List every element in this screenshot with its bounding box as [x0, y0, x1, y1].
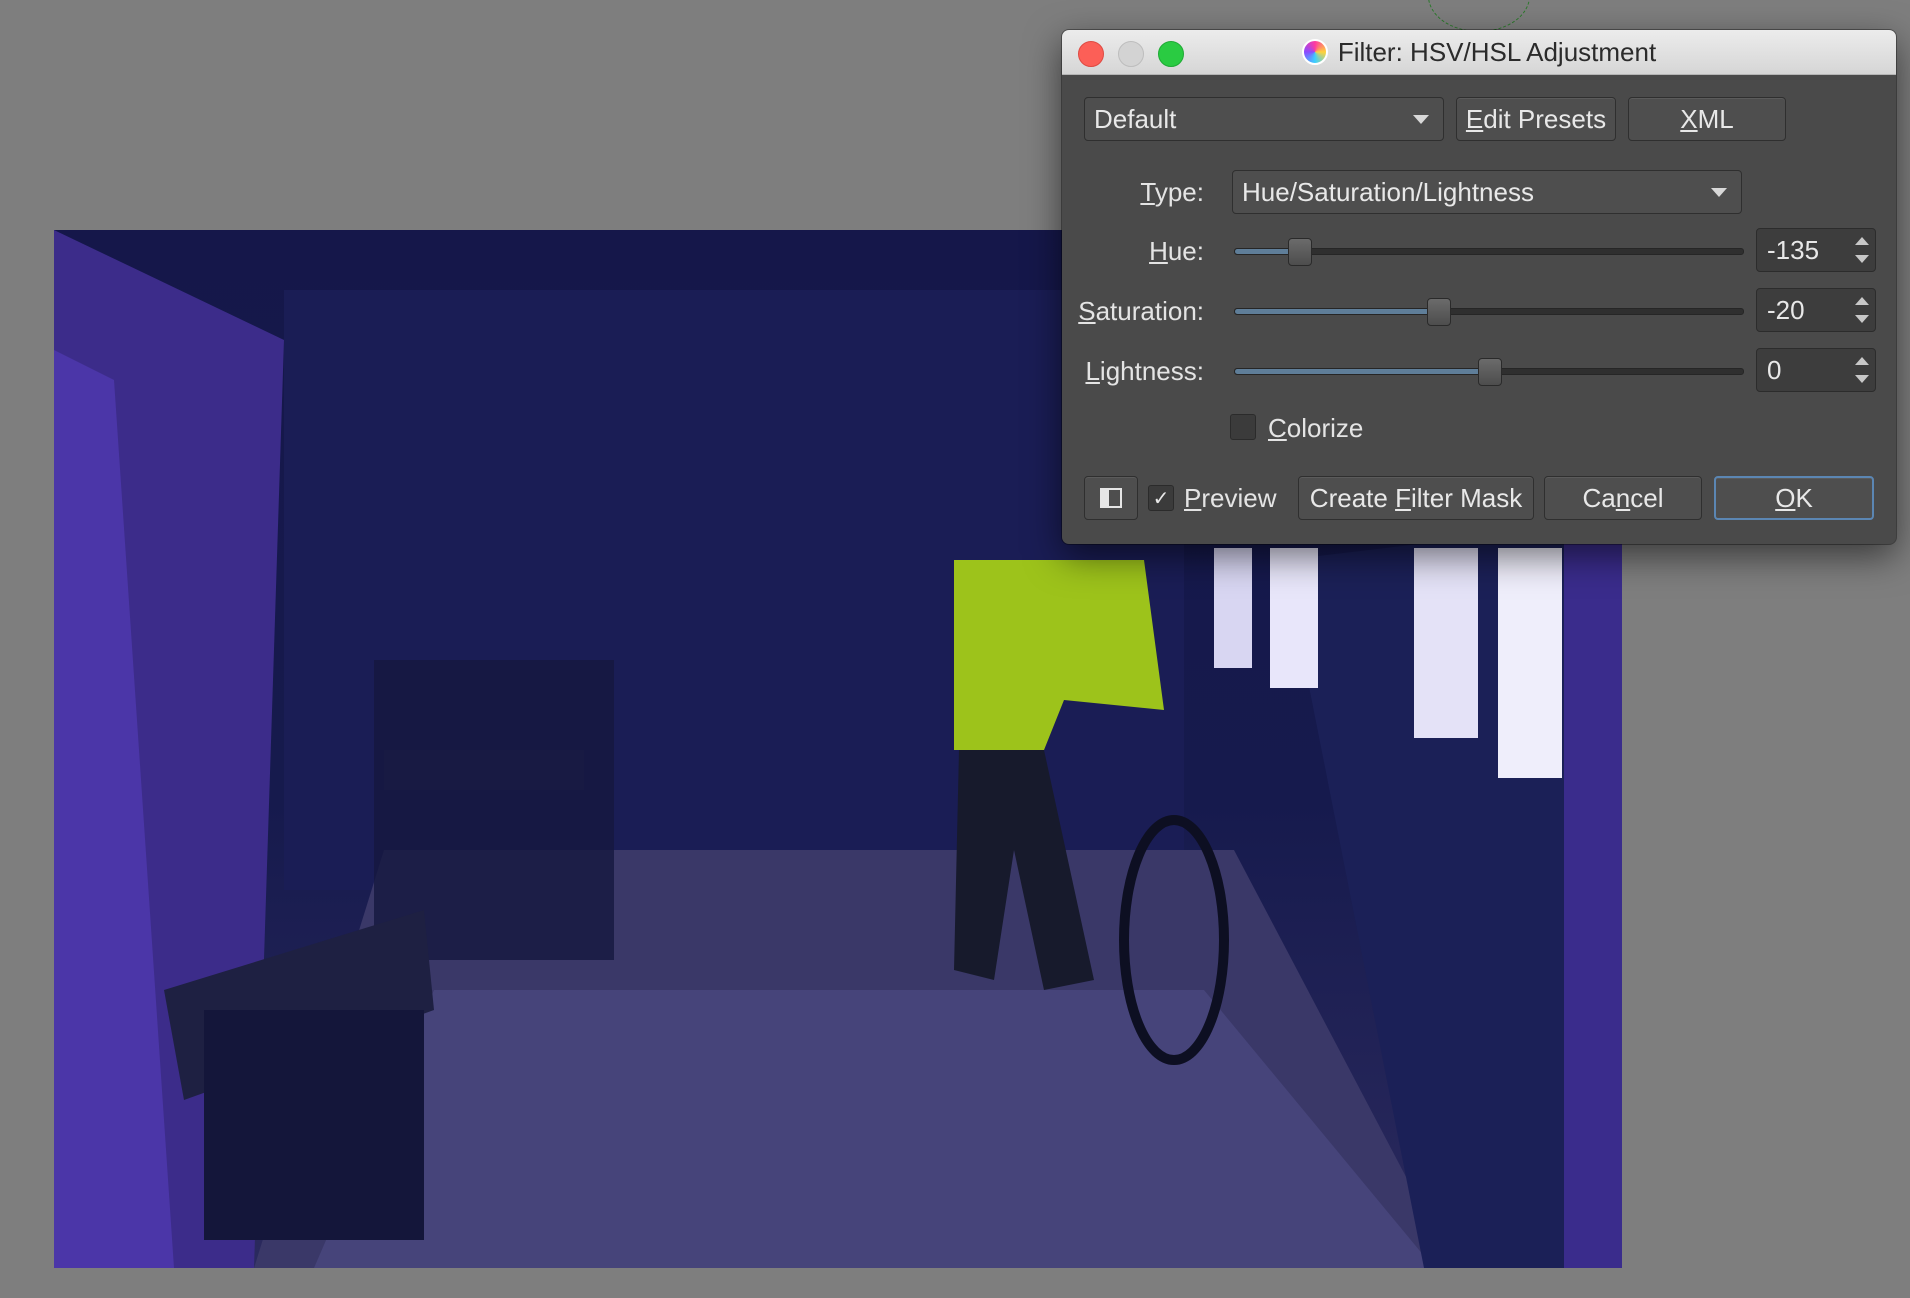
- hue-slider-handle[interactable]: [1287, 238, 1312, 266]
- spin-up-icon[interactable]: [1855, 297, 1869, 305]
- type-label: Type:: [1140, 177, 1204, 207]
- lightness-label: Lightness:: [1085, 356, 1204, 386]
- preview-checkbox[interactable]: ✓: [1148, 485, 1174, 511]
- chevron-down-icon: [1711, 188, 1727, 197]
- xml-button[interactable]: XML: [1628, 97, 1786, 141]
- create-filter-mask-button[interactable]: Create Filter Mask: [1298, 476, 1534, 520]
- preset-selected: Default: [1094, 103, 1177, 134]
- hue-spinbox[interactable]: -135: [1756, 228, 1876, 272]
- saturation-slider[interactable]: [1234, 298, 1744, 326]
- type-dropdown[interactable]: Hue/Saturation/Lightness: [1232, 170, 1742, 214]
- dialog-titlebar[interactable]: Filter: HSV/HSL Adjustment: [1062, 30, 1896, 75]
- spin-down-icon[interactable]: [1855, 375, 1869, 383]
- checkmark-icon: ✓: [1152, 487, 1170, 510]
- saturation-label: Saturation:: [1078, 296, 1204, 326]
- hsv-adjustment-dialog: Filter: HSV/HSL Adjustment Default Edit …: [1062, 30, 1896, 544]
- edit-presets-button[interactable]: Edit Presets: [1456, 97, 1616, 141]
- hue-slider[interactable]: [1234, 238, 1744, 266]
- split-view-icon: [1100, 488, 1122, 508]
- dialog-title: Filter: HSV/HSL Adjustment: [1337, 36, 1657, 67]
- saturation-slider-fill: [1235, 309, 1439, 314]
- type-selected: Hue/Saturation/Lightness: [1242, 176, 1534, 207]
- split-view-button[interactable]: [1084, 476, 1138, 520]
- spin-down-icon[interactable]: [1855, 255, 1869, 263]
- cancel-button[interactable]: Cancel: [1544, 476, 1702, 520]
- saturation-spinbox[interactable]: -20: [1756, 288, 1876, 332]
- spin-up-icon[interactable]: [1855, 237, 1869, 245]
- chevron-down-icon: [1413, 115, 1429, 124]
- lightness-slider[interactable]: [1234, 358, 1744, 386]
- lightness-spinbox[interactable]: 0: [1756, 348, 1876, 392]
- brush-outline-cursor: [1428, 0, 1530, 32]
- spin-down-icon[interactable]: [1855, 315, 1869, 323]
- spin-up-icon[interactable]: [1855, 357, 1869, 365]
- hue-label: Hue:: [1149, 236, 1204, 266]
- saturation-slider-handle[interactable]: [1427, 298, 1452, 326]
- preview-label[interactable]: Preview: [1184, 483, 1276, 514]
- lightness-slider-fill: [1235, 369, 1489, 374]
- ok-button[interactable]: OK: [1714, 476, 1874, 520]
- preset-dropdown[interactable]: Default: [1084, 97, 1444, 141]
- colorize-label[interactable]: Colorize: [1268, 413, 1363, 444]
- krita-app-icon: [1301, 39, 1328, 65]
- lightness-slider-handle[interactable]: [1478, 358, 1502, 386]
- colorize-checkbox[interactable]: [1230, 414, 1256, 440]
